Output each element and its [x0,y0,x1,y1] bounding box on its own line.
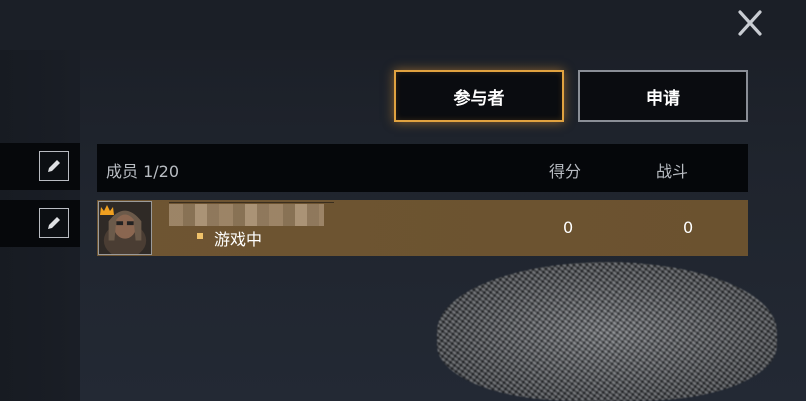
left-list-item[interactable] [0,143,80,190]
top-bar [0,0,806,50]
member-count-label: 成员 1/20 [106,162,180,181]
close-icon[interactable] [734,8,766,38]
table-header: 成员 1/20 得分 战斗 [97,144,748,192]
tab-participants[interactable]: 参与者 [394,70,564,122]
battle-value: 0 [683,218,694,237]
pencil-icon [48,217,60,229]
battle-column-header: 战斗 [656,162,689,181]
crown-icon [99,201,115,215]
player-name-redacted [169,204,324,226]
left-list-item[interactable] [0,200,80,247]
table-row[interactable]: 游戏中 0 0 [97,200,748,256]
tab-applications[interactable]: 申请 [578,70,748,122]
edit-button[interactable] [39,208,69,238]
watermark-noise [437,262,777,401]
player-status: 游戏中 [214,230,263,249]
edit-button[interactable] [39,151,69,181]
score-value: 0 [563,218,574,237]
score-column-header: 得分 [549,162,582,181]
status-dot-icon [197,233,203,239]
divider [169,202,334,203]
left-panel [0,50,80,401]
pencil-icon [48,160,60,172]
